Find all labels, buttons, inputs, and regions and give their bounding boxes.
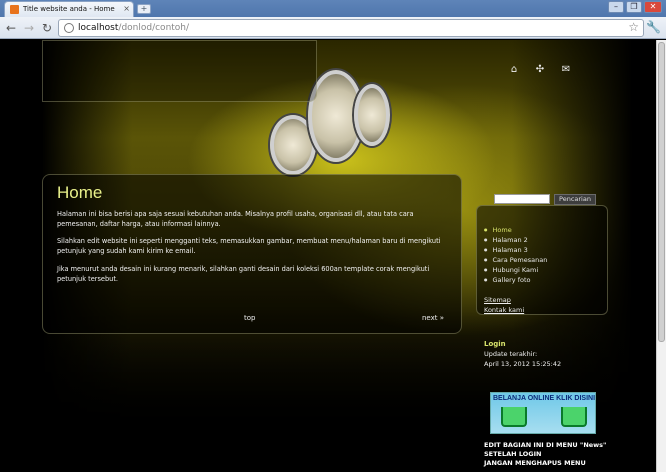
forward-icon[interactable]: →: [21, 20, 37, 36]
browser-toolbar: ← → ↻ localhost/donlod/contoh/ ☆ 🔧: [0, 17, 666, 39]
new-tab-button[interactable]: +: [137, 4, 151, 14]
home-icon[interactable]: ⌂: [508, 64, 520, 76]
maximize-icon[interactable]: ❐: [626, 1, 642, 13]
sitemap-icon[interactable]: ✣: [534, 64, 546, 76]
close-window-icon[interactable]: ✕: [644, 1, 662, 13]
news-line: EDIT BAGIAN INI DI MENU "News": [484, 441, 607, 449]
updated-timestamp: April 13, 2012 15:25:42: [484, 360, 562, 368]
next-link[interactable]: next »: [422, 314, 444, 322]
tab-close-icon[interactable]: ×: [123, 2, 130, 16]
window-controls: – ❐ ✕: [608, 1, 662, 13]
dashboard-gauge: [354, 84, 390, 146]
globe-icon: [64, 23, 74, 33]
menu-item-cara-pemesanan[interactable]: Cara Pemesanan: [484, 255, 548, 265]
page-title: Home: [57, 183, 103, 202]
content-paragraph: Halaman ini bisa berisi apa saja sesuai …: [57, 210, 414, 228]
menu-item-gallery-foto[interactable]: Gallery foto: [484, 275, 547, 285]
wrench-icon[interactable]: 🔧: [646, 20, 661, 34]
banner-text: BELANJA ONLINE KLIK DISINI: [492, 395, 596, 402]
contact-link[interactable]: Kontak kami: [484, 306, 524, 314]
tab-title: Title website anda - Home: [23, 5, 115, 13]
address-bar[interactable]: localhost/donlod/contoh/ ☆: [58, 19, 644, 37]
news-line: JANGAN MENGHAPUS MENU: [484, 459, 586, 467]
search-button[interactable]: Pencarian: [554, 194, 596, 205]
login-link[interactable]: Login: [484, 340, 506, 348]
tab-bar: Title website anda - Home × + – ❐ ✕: [0, 0, 666, 17]
menu-item-home[interactable]: Home: [484, 225, 547, 235]
news-line: SETELAH LOGIN: [484, 450, 542, 458]
header-icons: ⌂ ✣ ✉: [508, 64, 572, 76]
url-host: localhost: [78, 23, 119, 33]
sidebar-menu: Home Halaman 2 Halaman 3 Cara Pemesanan …: [484, 225, 548, 285]
sitemap-link[interactable]: Sitemap: [484, 296, 511, 304]
page-viewport: ⌂ ✣ ✉ Home Halaman ini bisa berisi apa s…: [0, 40, 656, 472]
shopping-cart-icon: [561, 407, 587, 427]
menu-item-halaman-3[interactable]: Halaman 3: [484, 245, 547, 255]
shopping-cart-icon: [501, 407, 527, 427]
updated-label: Update terakhir:: [484, 350, 538, 358]
mail-icon[interactable]: ✉: [560, 64, 572, 76]
favicon-icon: [10, 5, 19, 14]
scrollbar-thumb[interactable]: [658, 42, 665, 342]
url-path: /donlod/contoh/: [118, 23, 190, 33]
reload-icon[interactable]: ↻: [39, 20, 55, 36]
bookmark-star-icon[interactable]: ☆: [628, 20, 639, 34]
minimize-icon[interactable]: –: [608, 1, 624, 13]
back-icon[interactable]: ←: [3, 20, 19, 36]
header-glass-panel: [42, 40, 317, 102]
search-input[interactable]: [494, 194, 550, 204]
menu-item-halaman-2[interactable]: Halaman 2: [484, 235, 547, 245]
url-text: localhost/donlod/contoh/: [78, 21, 189, 36]
shop-online-banner[interactable]: BELANJA ONLINE KLIK DISINI: [490, 392, 596, 434]
top-link[interactable]: top: [244, 314, 255, 322]
scrollbar[interactable]: [656, 40, 666, 472]
content-paragraph: Jika menurut anda desain ini kurang mena…: [57, 265, 430, 283]
content-paragraph: Silahkan edit website ini seperti mengga…: [57, 237, 441, 255]
menu-item-hubungi-kami[interactable]: Hubungi Kami: [484, 265, 547, 275]
browser-tab[interactable]: Title website anda - Home ×: [4, 1, 134, 17]
